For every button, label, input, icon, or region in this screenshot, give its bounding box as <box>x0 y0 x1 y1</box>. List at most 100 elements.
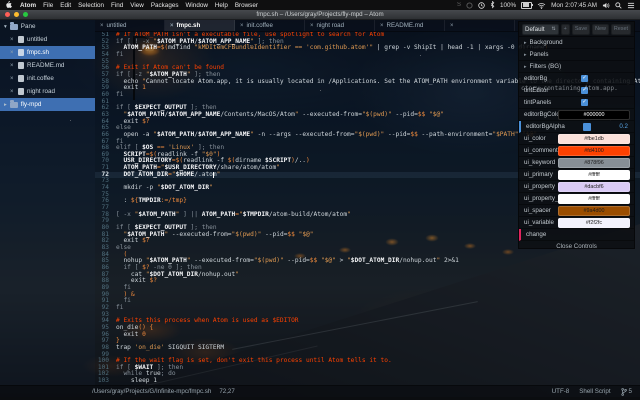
section-label: Panels <box>530 51 549 58</box>
chevron-right-icon[interactable]: ▸ <box>4 102 7 108</box>
menu-view[interactable]: View <box>130 2 144 9</box>
battery-icon[interactable] <box>521 2 532 9</box>
color-swatch-ui_keyword[interactable]: #878f96 <box>558 158 630 168</box>
code-line-88[interactable]: 88 exit $? <box>95 278 640 285</box>
add-preset-button[interactable]: + <box>561 24 570 35</box>
close-controls-button[interactable]: Close Controls <box>519 241 634 253</box>
code-line-92[interactable]: 92fi <box>95 305 640 312</box>
menu-packages[interactable]: Packages <box>151 2 179 9</box>
close-item-icon[interactable]: × <box>10 50 15 56</box>
menu-window[interactable]: Window <box>185 2 207 9</box>
notification-center-icon[interactable] <box>627 2 635 9</box>
code-line-95[interactable]: 95on_die() { <box>95 325 640 332</box>
color-swatch-ui_property[interactable]: #dacbf6 <box>558 182 630 192</box>
panel-section-filters-bg-[interactable]: ▸Filters (BG) <box>519 61 634 73</box>
menu-help[interactable]: Help <box>215 2 228 9</box>
setting-label: ui_property <box>524 183 555 190</box>
save-preset-button[interactable]: Save <box>572 24 590 35</box>
code-line-94[interactable]: 94# Exits this process when Atom is used… <box>95 318 640 325</box>
code-line-103[interactable]: 103 sleep 1 <box>95 378 640 385</box>
checkbox-editorbg[interactable]: ✓ <box>581 75 588 82</box>
menu-clock[interactable]: Mon 2:07:45 AM <box>551 2 597 9</box>
menu-selection[interactable]: Selection <box>78 2 104 9</box>
file-path[interactable]: /Users/gray/Projects/G/Infinite-mpc/fmpc… <box>92 388 211 395</box>
checkbox-tinteditor[interactable]: ✓ <box>581 87 588 94</box>
menu-file[interactable]: File <box>43 2 53 9</box>
panel-section-background[interactable]: ▸Background <box>519 37 634 49</box>
editor-bg-color-swatch[interactable]: #000000 <box>558 110 630 120</box>
atom-window-titlebar[interactable]: fmpc.sh – /Users/gray/Projects/fly-mpd –… <box>0 10 640 20</box>
chevron-down-icon[interactable]: ▾ <box>4 24 7 30</box>
alpha-slider-handle[interactable] <box>583 123 591 131</box>
tab-empty[interactable]: × <box>445 20 515 31</box>
git-status[interactable]: 5 <box>621 388 632 396</box>
close-tab-icon[interactable]: × <box>170 23 174 29</box>
code-line-98[interactable]: 98trap 'on_die' SIGQUIT SIGTERM <box>95 345 640 352</box>
code-text: fi <box>112 92 123 99</box>
close-item-icon[interactable]: × <box>10 63 15 69</box>
menu-atom[interactable]: Atom <box>20 2 36 9</box>
menu-edit[interactable]: Edit <box>60 2 71 9</box>
setting-label: tintPanels <box>524 99 551 106</box>
statusbar-app-icon-circle[interactable] <box>466 2 473 9</box>
tab-untitled[interactable]: ×untitled <box>95 20 165 31</box>
sidebar-item-README-md[interactable]: ×README.md <box>0 59 95 72</box>
close-tab-icon[interactable]: × <box>380 23 384 29</box>
encoding-indicator[interactable]: UTF-8 <box>552 388 570 395</box>
panel-section-panels[interactable]: ▸Panels <box>519 49 634 61</box>
code-line-87[interactable]: 87 cat "$DOT_ATOM_DIR/nohup.out" <box>95 272 640 279</box>
menu-find[interactable]: Find <box>111 2 123 9</box>
cursor-position[interactable]: 72,27 <box>219 388 234 395</box>
sidebar-item-init-coffee[interactable]: ×init.coffee <box>0 72 95 85</box>
color-swatch-ui_primary[interactable]: #ffffff <box>558 170 630 180</box>
color-swatch-ui_variable[interactable]: #f2f2fc <box>558 218 630 228</box>
close-tab-icon[interactable]: × <box>100 23 104 29</box>
close-item-icon[interactable]: × <box>10 37 15 43</box>
color-swatch-ui_color[interactable]: #fbe1db <box>558 134 630 144</box>
code-line-96[interactable]: 96 exit 0 <box>95 332 640 339</box>
color-swatch-ui_property_two[interactable]: #ffffff <box>558 194 630 204</box>
apple-menu-icon[interactable] <box>5 1 12 9</box>
spotlight-search-icon[interactable] <box>615 2 622 9</box>
change-row[interactable]: change <box>519 229 634 241</box>
code-line-90[interactable]: 90 ) & <box>95 292 640 299</box>
close-tab-icon[interactable]: × <box>450 23 454 29</box>
sidebar-item-fmpc-sh[interactable]: ×fmpc.sh <box>0 46 95 59</box>
setting-ui_variable: ui_variable#f2f2fc <box>519 217 634 229</box>
grammar-indicator[interactable]: Shell Script <box>579 388 610 395</box>
sidebar-item-untitled[interactable]: ×untitled <box>0 33 95 46</box>
close-item-icon[interactable]: × <box>10 76 15 82</box>
new-preset-button[interactable]: New <box>592 24 609 35</box>
code-line-102[interactable]: 102 while true; do <box>95 371 640 378</box>
wifi-icon[interactable] <box>537 2 546 9</box>
tab-init-coffee[interactable]: ×init.coffee <box>235 20 305 31</box>
close-tab-icon[interactable]: × <box>240 23 244 29</box>
tree-view-sidebar[interactable]: ▾ Pane ×untitled×fmpc.sh×README.md×init.… <box>0 20 95 385</box>
reset-preset-button[interactable]: Reset <box>611 24 631 35</box>
code-text: [ -x "$ATOM_PATH" ] || ATOM_PATH="$TMPDI… <box>112 212 351 219</box>
statusbar-app-icon-s[interactable]: S <box>457 2 461 8</box>
bluetooth-icon[interactable] <box>490 1 495 9</box>
code-line-101[interactable]: 101if [ $WAIT ]; then <box>95 365 640 372</box>
tab-night-road[interactable]: ×night road <box>305 20 375 31</box>
color-swatch-ui_spacer[interactable]: #9a4d00 <box>558 206 630 216</box>
battery-percent: 100% <box>500 2 516 9</box>
color-swatch-ui_comment[interactable]: #fd4100 <box>558 146 630 156</box>
tree-root-row[interactable]: ▾ Pane <box>0 20 95 33</box>
tree-folder-fly-mpd[interactable]: ▸ fly-mpd <box>0 98 95 111</box>
checkbox-tintpanels[interactable]: ✓ <box>581 99 588 106</box>
setting-label: ui_color <box>524 135 546 142</box>
tab-fmpc-sh[interactable]: ×fmpc.sh <box>165 20 235 31</box>
macos-menu-bar: Atom File Edit Selection Find View Packages Win… <box>0 0 640 10</box>
desktop: Atom File Edit Selection Find View Packages Win… <box>0 0 640 400</box>
menu-browser[interactable]: Browser <box>235 2 258 9</box>
preset-select[interactable]: Default ⇅ <box>522 24 559 35</box>
code-line-91[interactable]: 91 fi <box>95 298 640 305</box>
close-item-icon[interactable]: × <box>10 89 15 95</box>
time-machine-icon[interactable] <box>478 2 485 9</box>
code-line-89[interactable]: 89 fi <box>95 285 640 292</box>
close-tab-icon[interactable]: × <box>310 23 314 29</box>
tab-README-md[interactable]: ×README.md <box>375 20 445 31</box>
sidebar-item-night-road[interactable]: ×night road <box>0 85 95 98</box>
volume-icon[interactable] <box>602 2 610 9</box>
